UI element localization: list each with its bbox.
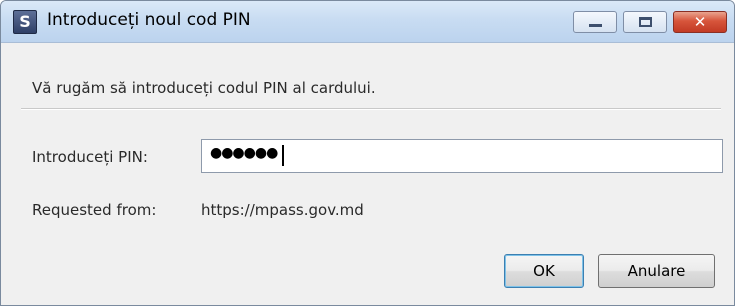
text-caret: [282, 145, 284, 166]
title-bar[interactable]: S Introduceți noul cod PIN ✕: [1, 1, 734, 43]
maximize-button[interactable]: [623, 11, 667, 33]
pin-label: Introduceți PIN:: [32, 148, 148, 166]
close-button[interactable]: ✕: [673, 11, 727, 33]
window-title: Introduceți noul cod PIN: [47, 10, 251, 30]
instruction-text: Vă rugăm să introduceți codul PIN al car…: [32, 79, 376, 97]
pin-input[interactable]: [201, 139, 723, 173]
cancel-button[interactable]: Anulare: [598, 254, 715, 288]
pin-dialog-window: S Introduceți noul cod PIN ✕ Vă rugăm să…: [0, 0, 735, 306]
dialog-content: Vă rugăm să introduceți codul PIN al car…: [1, 44, 734, 305]
close-icon: ✕: [693, 13, 707, 31]
separator: [21, 108, 721, 110]
requested-from-label: Requested from:: [32, 201, 157, 219]
minimize-icon: [589, 24, 602, 27]
requested-from-url: https://mpass.gov.md: [201, 201, 364, 219]
minimize-button[interactable]: [573, 11, 617, 33]
ok-button[interactable]: OK: [504, 254, 584, 288]
maximize-icon: [639, 17, 652, 27]
app-icon: S: [13, 10, 37, 34]
